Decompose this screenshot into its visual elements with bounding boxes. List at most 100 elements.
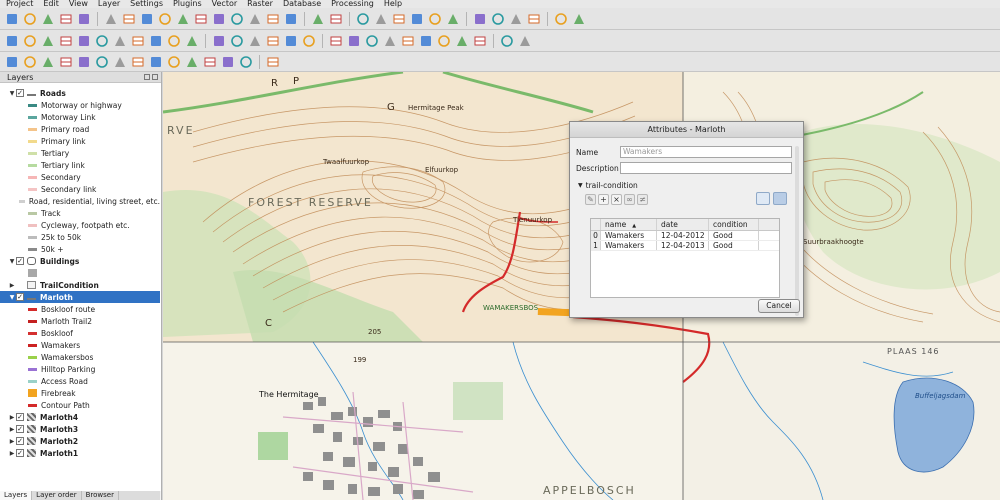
topology-icon[interactable] xyxy=(346,33,362,49)
pan-to-selection-icon[interactable] xyxy=(121,11,137,27)
plugin-icon[interactable] xyxy=(499,33,515,49)
cancel-button[interactable]: Cancel xyxy=(758,299,800,313)
layer-item[interactable]: ▶ ✓ Marloth1 xyxy=(0,447,160,459)
rotate-label-icon[interactable] xyxy=(283,33,299,49)
new-bookmark-icon[interactable] xyxy=(508,11,524,27)
menu-edit[interactable]: Edit xyxy=(43,0,59,8)
toggle-edit-icon[interactable]: ✎ xyxy=(585,194,596,205)
delete-child-feature-icon[interactable]: × xyxy=(611,194,622,205)
select-icon[interactable] xyxy=(328,11,344,27)
save-as-icon[interactable] xyxy=(58,11,74,27)
print-composer-icon[interactable] xyxy=(76,11,92,27)
table-view-icon[interactable] xyxy=(773,192,787,205)
pin-labels-icon[interactable] xyxy=(229,33,245,49)
layer-item[interactable]: ▼ ✓ Roads xyxy=(0,87,160,99)
layer-item[interactable]: ▼ ✓ Marloth xyxy=(0,291,160,303)
paste-features-icon[interactable] xyxy=(148,33,164,49)
merge-attributes-icon[interactable] xyxy=(202,54,218,70)
col-name[interactable]: name ▲ xyxy=(601,219,657,230)
menu-processing[interactable]: Processing xyxy=(331,0,374,8)
legend-item[interactable]: Motorway or highway xyxy=(0,99,160,111)
table-row[interactable]: 1 Wamakers 12-04-2013 Good xyxy=(591,241,779,251)
legend-item[interactable]: Marloth Trail2 xyxy=(0,315,160,327)
whats-this-icon[interactable] xyxy=(571,11,587,27)
layer-tree[interactable]: ▼ ✓ Roads Motorway or highway Motorway Link P… xyxy=(0,83,161,491)
collapse-arrow-icon[interactable]: ▼ xyxy=(578,182,583,189)
menu-view[interactable]: View xyxy=(69,0,88,8)
layer-item[interactable]: ▶ ✓ Marloth4 xyxy=(0,411,160,423)
node-tool-icon[interactable] xyxy=(76,33,92,49)
unlink-child-feature-icon[interactable]: ≠ xyxy=(637,194,648,205)
move-label-icon[interactable] xyxy=(265,33,281,49)
cell-name[interactable]: Wamakers xyxy=(601,241,657,250)
layer-visibility-checkbox[interactable]: ✓ xyxy=(16,89,24,97)
legend-item[interactable]: Hilltop Parking xyxy=(0,363,160,375)
save-project-icon[interactable] xyxy=(40,11,56,27)
link-child-feature-icon[interactable]: ∞ xyxy=(624,194,635,205)
cell-condition[interactable]: Good xyxy=(709,241,759,250)
split-parts-icon[interactable] xyxy=(166,54,182,70)
float-panel-icon[interactable] xyxy=(144,74,150,80)
cell-date[interactable]: 12-04-2012 xyxy=(657,231,709,240)
bookmark-icon[interactable] xyxy=(490,11,506,27)
show-hide-labels-icon[interactable] xyxy=(247,33,263,49)
python-icon[interactable] xyxy=(517,33,533,49)
select-by-location-icon[interactable] xyxy=(364,33,380,49)
zoom-last-icon[interactable] xyxy=(247,11,263,27)
layer-visibility-checkbox[interactable]: ✓ xyxy=(16,293,24,301)
heatmap-icon[interactable] xyxy=(436,33,452,49)
collapse-arrow-icon[interactable]: ▼ xyxy=(8,258,16,265)
undo-icon[interactable] xyxy=(166,33,182,49)
col-date[interactable]: date xyxy=(657,219,709,230)
menu-plugins[interactable]: Plugins xyxy=(173,0,202,8)
layer-item[interactable]: ▼ ✓ Buildings xyxy=(0,255,160,267)
tab-layer-order[interactable]: Layer order xyxy=(32,491,82,500)
pan-icon[interactable] xyxy=(103,11,119,27)
reshape-icon[interactable] xyxy=(148,54,164,70)
zoom-actual-icon[interactable] xyxy=(175,11,191,27)
delete-part-icon[interactable] xyxy=(130,54,146,70)
cut-features-icon[interactable] xyxy=(112,33,128,49)
legend-item[interactable]: Access Road xyxy=(0,375,160,387)
menu-help[interactable]: Help xyxy=(384,0,402,8)
select-features-icon[interactable] xyxy=(355,11,371,27)
legend-item[interactable]: Road, residential, living street, etc. xyxy=(0,195,160,207)
delete-selected-icon[interactable] xyxy=(94,33,110,49)
zoom-out-icon[interactable] xyxy=(157,11,173,27)
legend-item[interactable]: Boskloof xyxy=(0,327,160,339)
text-annotation-icon[interactable] xyxy=(526,11,542,27)
collapse-arrow-icon[interactable]: ▼ xyxy=(8,90,16,97)
layer-visibility-checkbox[interactable]: ✓ xyxy=(16,425,24,433)
zoom-full-icon[interactable] xyxy=(193,11,209,27)
field-calculator-icon[interactable] xyxy=(409,11,425,27)
zoom-next-icon[interactable] xyxy=(265,11,281,27)
legend-item[interactable]: 25k to 50k xyxy=(0,231,160,243)
add-child-feature-icon[interactable]: + xyxy=(598,194,609,205)
identify-icon[interactable] xyxy=(310,11,326,27)
name-input[interactable]: Wamakers xyxy=(620,146,792,158)
legend-item[interactable]: Cycleway, footpath etc. xyxy=(0,219,160,231)
current-edits-icon[interactable] xyxy=(22,33,38,49)
map-tips-icon[interactable] xyxy=(472,11,488,27)
col-condition[interactable]: condition xyxy=(709,219,759,230)
grid-icon[interactable] xyxy=(472,33,488,49)
legend-item[interactable] xyxy=(0,267,160,279)
tab-layers[interactable]: Layers xyxy=(0,491,33,500)
form-view-icon[interactable] xyxy=(756,192,770,205)
layer-item[interactable]: ▶ ✓ Marloth2 xyxy=(0,435,160,447)
menu-raster[interactable]: Raster xyxy=(247,0,273,8)
layer-visibility-checkbox[interactable]: ✓ xyxy=(16,413,24,421)
legend-item[interactable]: Tertiary xyxy=(0,147,160,159)
digitize-capture-icon[interactable] xyxy=(4,54,20,70)
merge-features-icon[interactable] xyxy=(220,54,236,70)
expand-arrow-icon[interactable]: ▶ xyxy=(8,450,16,457)
legend-item[interactable]: 50k + xyxy=(0,243,160,255)
legend-item[interactable]: Firebreak xyxy=(0,387,160,399)
zoom-in-icon[interactable] xyxy=(139,11,155,27)
attribute-table-icon[interactable] xyxy=(391,11,407,27)
help-icon[interactable] xyxy=(553,11,569,27)
dialog-scrollbar[interactable] xyxy=(795,146,799,316)
expand-arrow-icon[interactable]: ▶ xyxy=(8,282,16,289)
refresh-icon[interactable] xyxy=(283,11,299,27)
delete-ring-icon[interactable] xyxy=(112,54,128,70)
